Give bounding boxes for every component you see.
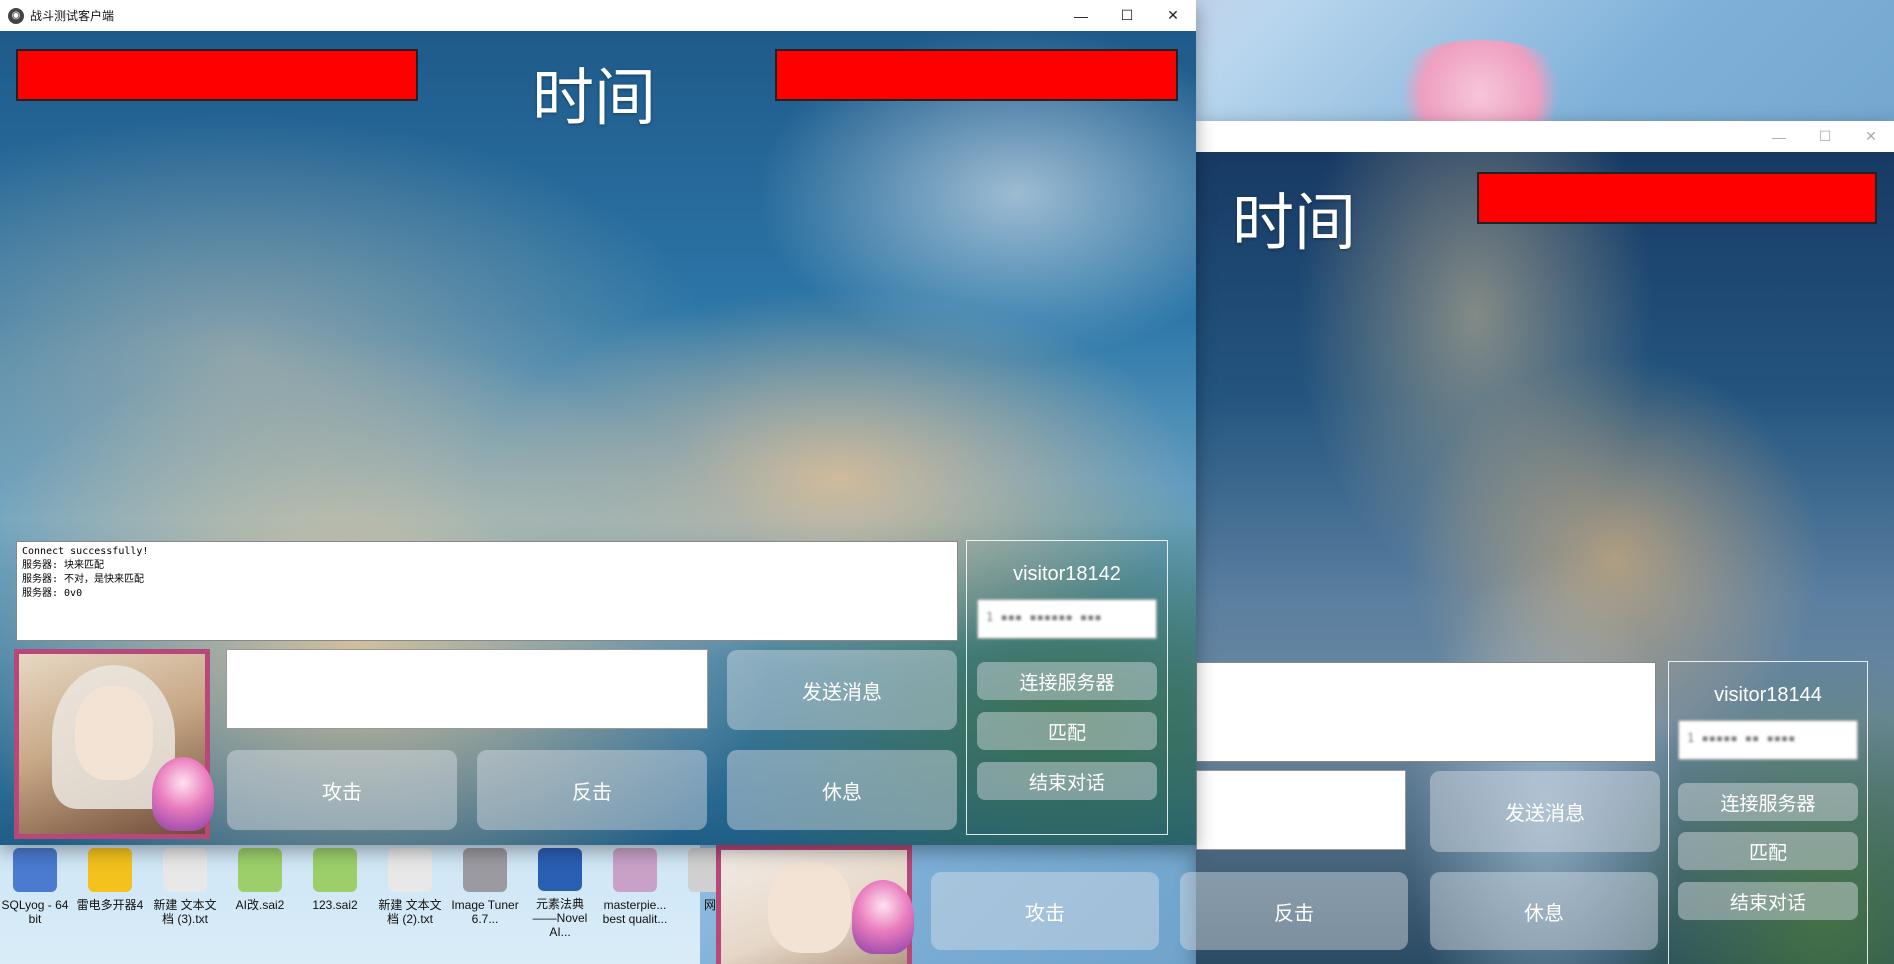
log-line: 服务器: 0v0	[22, 588, 83, 599]
rest-button-secondary[interactable]: 休息	[1430, 872, 1658, 950]
game-client-window: ◉ 战斗测试客户端 — ☐ ✕ 时间 Connect successfully!…	[0, 0, 1196, 845]
close-icon[interactable]: ✕	[1848, 121, 1894, 152]
time-label: 时间	[532, 61, 657, 134]
desktop-shortcut[interactable]: Image Tuner 6.7...	[450, 848, 520, 938]
desktop-shortcut-label: Image Tuner 6.7...	[451, 898, 519, 926]
opponent-hp-bar	[775, 49, 1178, 101]
opponent-hp-bar	[1477, 172, 1877, 224]
sai2-icon	[238, 848, 282, 892]
window-titlebar[interactable]: ◉ 战斗测试客户端 — ☐ ✕	[0, 0, 1196, 31]
desktop-shortcut[interactable]: 新建 文本文档 (2).txt	[375, 848, 445, 938]
desktop-shortcut[interactable]: 新建 文本文档 (3).txt	[150, 848, 220, 938]
avatar-face	[767, 861, 852, 953]
desktop-shortcut[interactable]: SQLyog - 64 bit	[0, 848, 70, 938]
end-chat-button[interactable]: 结束对话	[1678, 882, 1858, 920]
message-log	[1196, 662, 1656, 762]
desktop-shortcut[interactable]: AI改.sai2	[225, 848, 295, 938]
window-title: 战斗测试客户端	[30, 9, 115, 23]
wallpaper-character	[1390, 40, 1570, 130]
desktop-shortcut-label: SQLyog - 64 bit	[1, 898, 69, 926]
message-input[interactable]	[226, 649, 708, 729]
ldplayer-multi-icon	[88, 848, 132, 892]
send-message-button[interactable]: 发送消息	[1430, 771, 1660, 852]
time-label: 时间	[1232, 186, 1357, 259]
attack-button-secondary[interactable]: 攻击	[931, 872, 1159, 950]
message-input[interactable]	[1196, 770, 1406, 850]
log-line: Connect successfully!	[22, 546, 149, 557]
desktop-shortcut-label: 新建 文本文档 (2).txt	[378, 898, 442, 926]
connect-server-button[interactable]: 连接服务器	[977, 662, 1157, 700]
desktop-shortcut-label: 雷电多开器4	[76, 898, 144, 912]
sai2-icon	[313, 848, 357, 892]
player-hp-bar	[16, 49, 418, 101]
anime-image-icon	[613, 848, 657, 892]
counter-button[interactable]: 反击	[477, 750, 707, 830]
desktop-shortcut-label: 新建 文本文档 (3).txt	[153, 898, 217, 926]
sqlyog-dolphin-icon	[13, 848, 57, 892]
end-chat-button[interactable]: 结束对话	[977, 762, 1157, 800]
visitor-name: visitor18142	[1013, 563, 1121, 585]
counter-button-secondary[interactable]: 反击	[1180, 872, 1408, 950]
desktop-shortcut-label: 123.sai2	[312, 898, 358, 912]
maximize-icon[interactable]: ☐	[1104, 0, 1150, 31]
battle-scene-background: 时间 发送消息 攻击 visitor18144 1 ▪▪▪▪▪ ▪▪ ▪▪▪▪ …	[1196, 152, 1894, 964]
elephant-icon	[463, 848, 507, 892]
desktop-shortcut[interactable]: 雷电多开器4	[75, 848, 145, 938]
server-ip-input[interactable]: 1 ▪▪▪▪▪ ▪▪ ▪▪▪▪	[1678, 720, 1858, 760]
desktop-shortcut-label: masterpie... best qualit...	[602, 898, 668, 926]
message-log: Connect successfully! 服务器: 块来匹配服务器: 不对，是快…	[16, 541, 958, 641]
battle-scene-background: 时间 Connect successfully! 服务器: 块来匹配服务器: 不对…	[0, 31, 1196, 845]
desktop-shortcut[interactable]: 123.sai2	[300, 848, 370, 938]
send-message-button[interactable]: 发送消息	[727, 650, 957, 730]
attack-button[interactable]: 攻击	[227, 750, 457, 830]
avatar-face	[74, 686, 153, 780]
word-doc-icon	[538, 848, 582, 891]
app-icon: ◉	[8, 7, 24, 24]
log-line: 服务器: 块来匹配	[22, 560, 105, 571]
text-file-icon	[163, 848, 207, 892]
desktop-shortcut-label: 元素法典——Novel AI...	[532, 896, 588, 938]
chibi-mascot-icon	[852, 880, 914, 954]
player-panel: visitor18142 1 ▪▪▪ ▪▪▪▪▪▪ ▪▪▪ 连接服务器 匹配 结…	[966, 540, 1168, 835]
minimize-icon[interactable]: —	[1756, 121, 1802, 152]
player-panel: visitor18144 1 ▪▪▪▪▪ ▪▪ ▪▪▪▪ 连接服务器 匹配 结束…	[1668, 661, 1868, 964]
close-icon[interactable]: ✕	[1150, 0, 1196, 31]
window-titlebar[interactable]: — ☐ ✕	[1196, 121, 1894, 152]
server-ip-input[interactable]: 1 ▪▪▪ ▪▪▪▪▪▪ ▪▪▪	[977, 599, 1157, 639]
desktop-shortcut[interactable]: masterpie... best qualit...	[600, 848, 670, 938]
game-client-window-secondary: — ☐ ✕ 时间 发送消息 攻击 visitor18144 1 ▪▪▪▪▪ ▪▪…	[1196, 121, 1894, 964]
desktop-shortcut-label: AI改.sai2	[235, 898, 285, 912]
desktop-shortcut[interactable]: 元素法典——Novel AI...	[525, 848, 595, 938]
visitor-name: visitor18144	[1714, 684, 1822, 706]
log-line: 服务器: 不对，是快来匹配	[22, 574, 145, 585]
text-file-icon	[388, 848, 432, 892]
match-button[interactable]: 匹配	[977, 712, 1157, 750]
maximize-icon[interactable]: ☐	[1802, 121, 1848, 152]
connect-server-button[interactable]: 连接服务器	[1678, 783, 1858, 821]
match-button[interactable]: 匹配	[1678, 832, 1858, 870]
minimize-icon[interactable]: —	[1058, 0, 1104, 31]
rest-button[interactable]: 休息	[727, 750, 957, 830]
chibi-mascot-icon	[152, 757, 214, 831]
